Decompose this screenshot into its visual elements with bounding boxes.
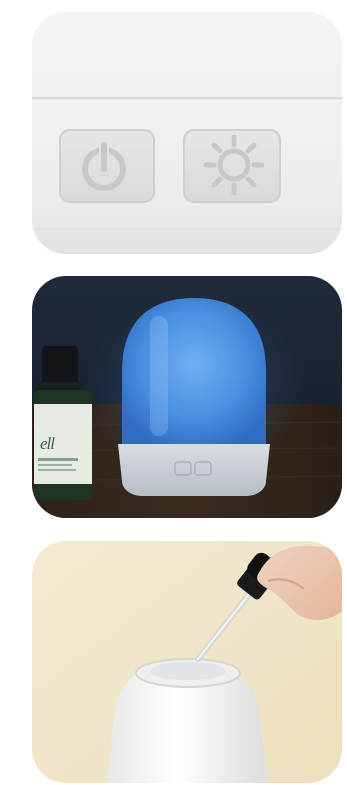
photo-button-closeup [32, 12, 342, 254]
button-closeup-illustration [32, 12, 342, 254]
bottle-logo: ell [40, 434, 55, 453]
light-icon [183, 129, 281, 203]
photo-dropper [32, 541, 342, 783]
dropper-illustration [32, 541, 342, 783]
power-icon [59, 129, 155, 203]
diffuser-glow-illustration [32, 276, 342, 518]
photo-diffuser-glow: ell [32, 276, 342, 518]
